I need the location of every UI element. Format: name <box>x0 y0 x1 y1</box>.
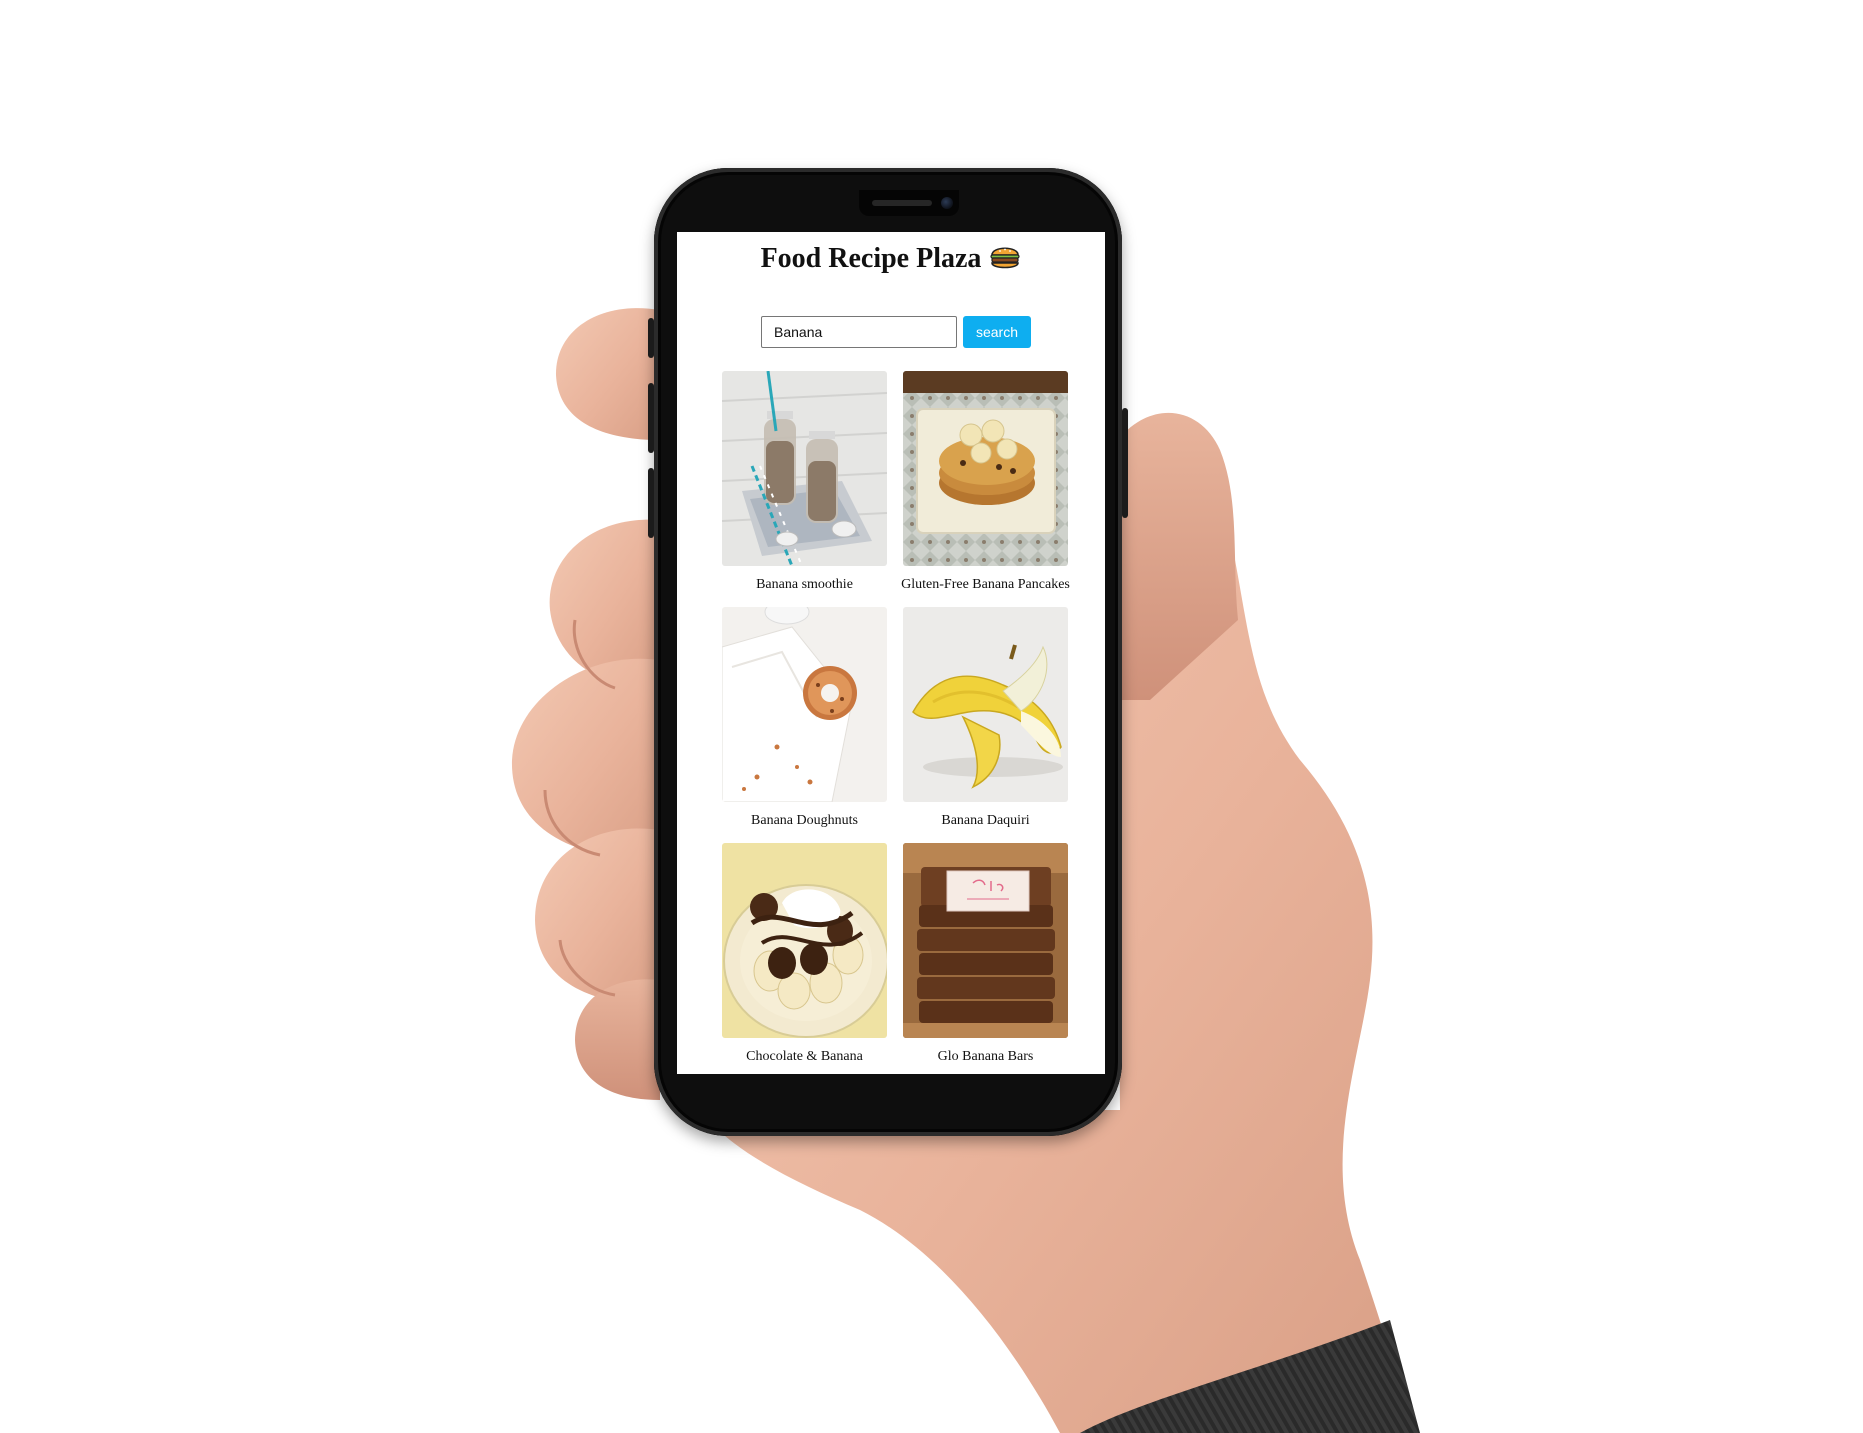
scene: Food Recipe Plaza search <box>0 0 1863 1433</box>
recipe-image[interactable] <box>903 607 1068 802</box>
mute-switch <box>648 318 654 358</box>
page-title: Food Recipe Plaza <box>760 243 982 274</box>
recipe-label[interactable]: Chocolate & Banana <box>712 1049 897 1065</box>
page-title-row: Food Recipe Plaza <box>677 242 1105 275</box>
front-camera <box>941 197 953 209</box>
speaker-grille <box>872 200 932 206</box>
recipe-label[interactable]: Banana smoothie <box>712 577 897 593</box>
search-input[interactable] <box>761 316 957 348</box>
recipe-label[interactable]: Glo Banana Bars <box>893 1049 1078 1065</box>
recipe-image[interactable] <box>903 371 1068 566</box>
recipe-label[interactable]: Gluten-Free Banana Pancakes <box>893 577 1078 593</box>
recipe-image[interactable] <box>722 843 887 1038</box>
phone-frame: Food Recipe Plaza search <box>648 168 1128 1136</box>
volume-down-button <box>648 468 654 538</box>
burger-icon <box>990 247 1021 269</box>
search-button[interactable]: search <box>963 316 1031 348</box>
recipe-label[interactable]: Banana Daquiri <box>893 813 1078 829</box>
recipe-image[interactable] <box>722 607 887 802</box>
power-button <box>1122 408 1128 518</box>
search-bar: search <box>761 316 1031 348</box>
recipe-image[interactable] <box>903 843 1068 1038</box>
recipe-label[interactable]: Banana Doughnuts <box>712 813 897 829</box>
phone-screen: Food Recipe Plaza search <box>677 232 1105 1074</box>
volume-up-button <box>648 383 654 453</box>
recipe-image[interactable] <box>722 371 887 566</box>
